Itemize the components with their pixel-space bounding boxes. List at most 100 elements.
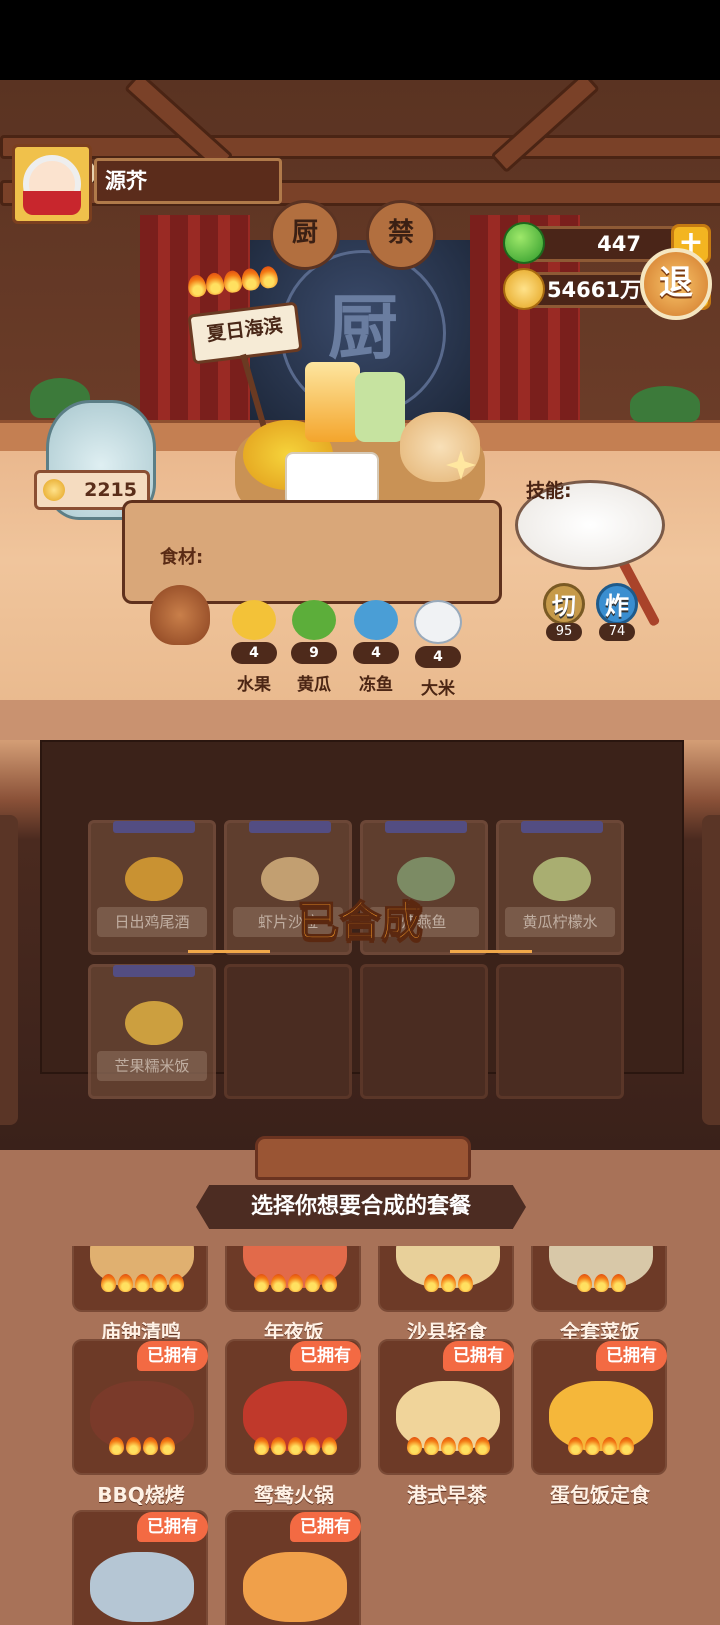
ingredient-count: 4 [353,642,399,664]
difficulty-flames [74,1274,206,1296]
coin-icon [503,268,545,310]
ingredient-name: 冻鱼 [359,675,393,695]
flame-icon [287,1437,303,1455]
fruit-icon [232,600,276,640]
sign-char: 厨 [291,218,318,248]
menu-card[interactable]: 已拥有 蛋包饭定食 [531,1339,669,1508]
flame-icon [304,1437,320,1455]
menu-name: 蛋包饭定食 [550,1483,650,1507]
crafted-slot[interactable]: 芒果糯米饭 [88,964,216,1099]
player-name: 源芥 [94,158,282,204]
ingredient-item: 4 水果 [228,600,280,695]
roof-beam [490,80,601,174]
ingredient-count: 4 [415,646,461,668]
ingredient-name: 大米 [421,679,455,699]
exit-button[interactable]: 退 [640,248,712,320]
skill-value: 95 [546,623,582,641]
shelf-side [0,815,18,1125]
flame-icon [168,1274,184,1292]
seafood-dome-icon [90,1552,194,1622]
difficulty-flames [227,1274,359,1296]
menu-card[interactable]: 已拥有 [72,1510,210,1625]
empty-slot [496,964,624,1099]
divider [188,950,270,953]
menu-card[interactable]: 已拥有 鸳鸯火锅 [225,1339,363,1508]
menu-card[interactable]: 年夜饭 [225,1246,363,1345]
slot-tab [385,821,467,833]
difficulty-flames [533,1274,665,1296]
menu-card[interactable]: 沙县轻食 [378,1246,516,1345]
menu-name: 港式早茶 [407,1483,487,1507]
ingredient-item: 4 大米 [412,600,464,699]
menu-name: 鸳鸯火锅 [254,1483,334,1507]
flame-icon [160,1437,175,1455]
dish-illustration [225,352,485,522]
slot-tab [113,821,195,833]
difficulty-flames [380,1437,512,1459]
flame-icon [287,1274,303,1292]
gem-count: 447 [597,232,641,256]
drink-icon [355,372,405,442]
coin-count: 54661万 [546,278,641,302]
owned-badge: 已拥有 [137,1512,208,1542]
ingredient-name: 水果 [237,675,271,695]
ingredients-label: 食材: [160,547,204,568]
plant-icon [630,386,700,422]
selection-handle[interactable] [255,1136,471,1180]
flame-icon [240,267,261,292]
flame-icon [186,273,208,299]
menu-image [225,1246,361,1312]
flame-icon [457,1274,473,1292]
slot-label: 芒果糯米饭 [97,1051,207,1081]
menu-card[interactable]: 已拥有 [225,1510,363,1625]
gem-icon [503,222,545,264]
sign-char: 禁 [387,218,414,248]
flame-icon [253,1437,269,1455]
difficulty-flames [227,1437,359,1459]
ingredient-name: 黄瓜 [297,675,331,695]
ingredient-item: 9 黄瓜 [288,600,340,695]
skill-cut[interactable]: 切 95 [541,583,587,641]
coin-icon [43,479,65,501]
selection-title: 选择你想要合成的套餐 [196,1185,526,1229]
player-avatar[interactable] [12,144,92,224]
empty-slot [224,964,352,1099]
flame-icon [602,1437,617,1455]
skill-fry[interactable]: 炸 74 [594,583,640,641]
menu-name: BBQ烧烤 [97,1483,185,1507]
fry-skill-icon: 炸 [596,583,638,625]
counter-front [0,700,720,740]
menu-card[interactable]: 全套菜饭 [531,1246,669,1345]
jar-coin-count: 2215 [84,479,137,501]
menu-image [72,1246,208,1312]
menu-card[interactable]: 已拥有 港式早茶 [378,1339,516,1508]
slot-tab [249,821,331,833]
flame-icon [117,1274,133,1292]
difficulty-flames [74,1437,206,1459]
skills-label: 技能: [526,480,572,502]
flame-icon [440,1437,456,1455]
ingredient-item: 4 冻鱼 [350,600,402,695]
flame-icon [270,1437,286,1455]
difficulty-flames [533,1437,665,1459]
avatar-face [23,155,81,215]
menu-card[interactable]: 庙钟清鸣 [72,1246,210,1345]
flame-icon [610,1274,626,1292]
owned-badge: 已拥有 [443,1341,514,1371]
difficulty-flames [380,1274,512,1296]
menu-card[interactable]: 已拥有 BBQ烧烤 [72,1339,210,1508]
avatar-hair [23,191,81,215]
flame-icon [204,271,226,296]
flame-icon [222,269,244,294]
mango-rice-icon [125,1001,183,1045]
flame-icon [576,1274,592,1292]
juice-glass-icon [305,362,360,442]
slot-tab [113,965,195,977]
ingredient-count: 9 [291,642,337,664]
cut-skill-icon: 切 [543,583,585,625]
menu-grid: 庙钟清鸣 年夜饭 沙县轻食 全套菜饭 已拥有 BBQ烧烤 已拥有 鸳鸯火锅 已拥… [0,1246,720,1625]
owned-badge: 已拥有 [137,1341,208,1371]
flame-icon [143,1437,158,1455]
flame-icon [258,265,279,290]
player-profile[interactable]: 源芥 [12,144,282,226]
